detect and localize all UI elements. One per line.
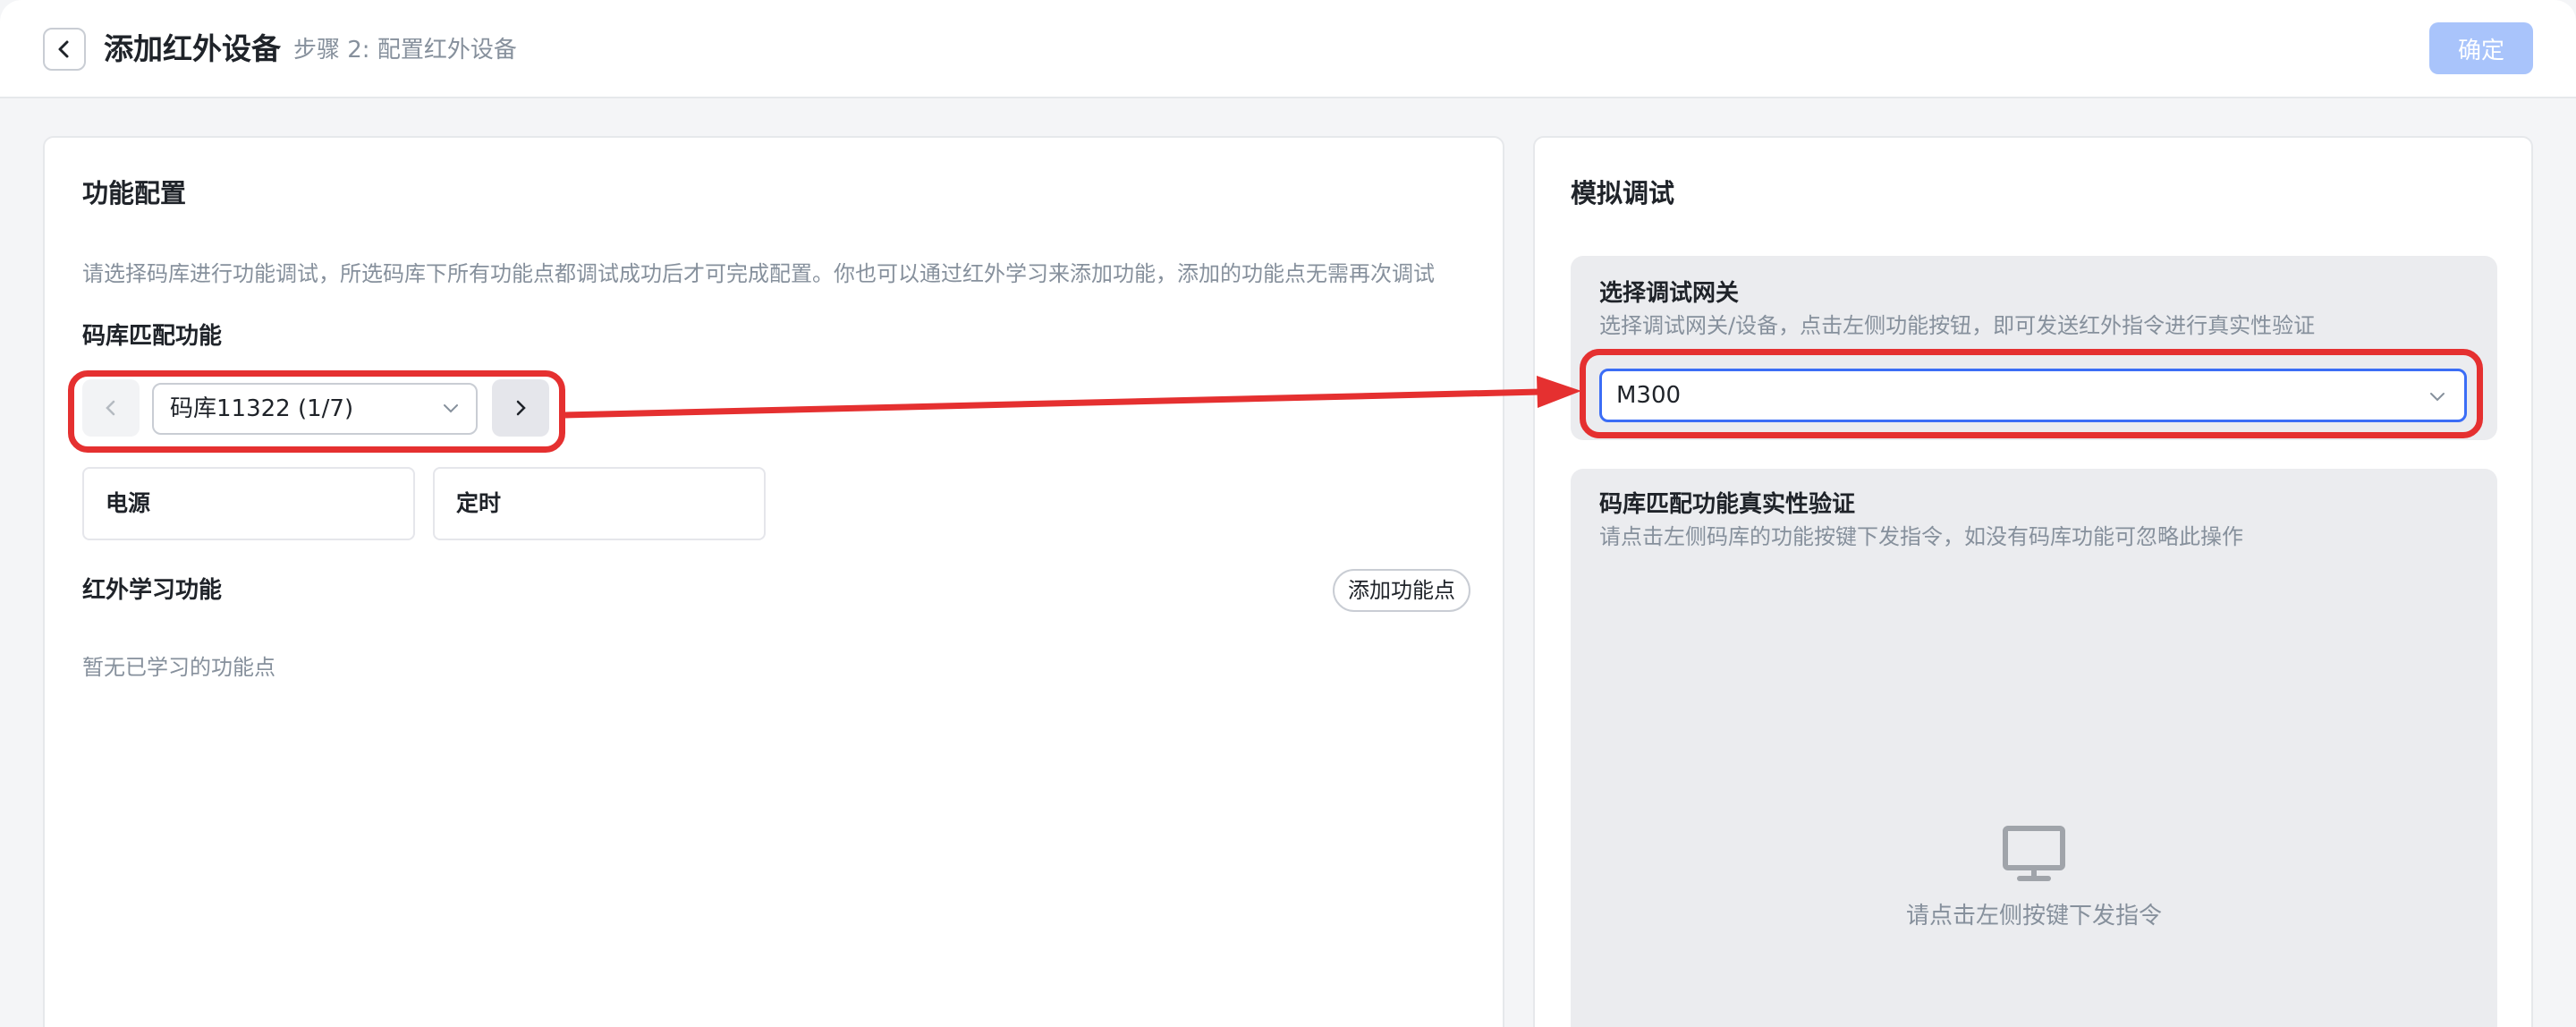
annotation-arrow	[564, 376, 1581, 419]
